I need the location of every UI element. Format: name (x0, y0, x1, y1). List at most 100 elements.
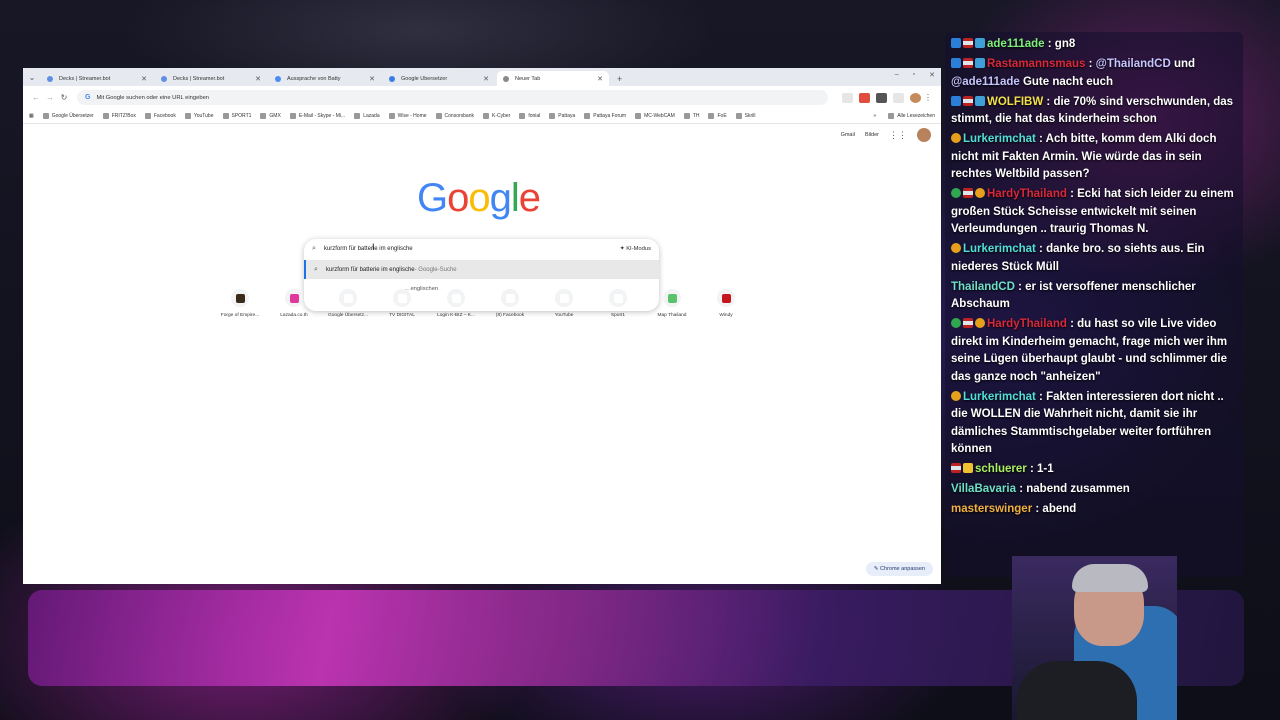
chat-message: WOLFIBW : die 70% sind verschwunden, das… (951, 95, 1234, 125)
extension-icon[interactable] (876, 92, 887, 103)
extension-icon[interactable] (859, 92, 870, 103)
bookmark-item[interactable]: Consorsbank (435, 113, 474, 119)
chat-mention[interactable]: @ThailandCD (1096, 58, 1171, 70)
close-tab-icon[interactable]: ✕ (369, 75, 375, 83)
chat-username[interactable]: schluerer (975, 463, 1027, 475)
bookmark-item[interactable]: Facebook (144, 113, 176, 119)
back-icon[interactable]: ← (29, 93, 43, 102)
reload-icon[interactable]: ↻ (57, 93, 71, 102)
bookmark-item[interactable]: Pattaya (549, 113, 575, 119)
shortcut-tile[interactable]: Sport1 (591, 289, 645, 318)
chat-username[interactable]: HardyThailand (987, 188, 1067, 200)
extensions-puzzle-icon[interactable] (893, 92, 904, 103)
apps-grid-icon[interactable]: ▦ (29, 113, 34, 119)
close-tab-icon[interactable]: ✕ (255, 75, 261, 83)
chat-username[interactable]: masterswinger (951, 503, 1032, 515)
bookmark-item[interactable]: E-Mail - Skype - Mi... (289, 113, 345, 119)
browser-tab[interactable]: Google Übersetzer ✕ (383, 71, 495, 86)
browser-tab[interactable]: Decks | Streamer.bot ✕ (41, 71, 153, 86)
shortcut-tile[interactable]: Lazada.co.th (267, 289, 321, 318)
bookmark-item[interactable]: TH (683, 113, 699, 119)
bookmark-item[interactable]: fonial (519, 113, 540, 119)
chat-username[interactable]: ThailandCD (951, 281, 1015, 293)
minimize-icon[interactable]: – (895, 71, 899, 79)
bits-badge-icon (951, 390, 961, 401)
mod-badge-icon (951, 318, 961, 328)
google-logo: Google (417, 176, 541, 221)
shortcut-tile[interactable]: Login K-BIZ – K... (429, 289, 483, 318)
bookmark-item[interactable]: FRITZ!Box (102, 113, 136, 119)
bookmark-favicon-icon (435, 113, 442, 119)
logo-letter: l (510, 176, 520, 220)
close-window-icon[interactable]: ✕ (929, 71, 935, 79)
search-icon: ⌕ (314, 265, 318, 273)
ai-mode-button[interactable]: ✦ KI-Modus (620, 246, 651, 252)
bookmark-item[interactable]: Pattaya Forum (584, 113, 626, 119)
chat-username[interactable]: VillaBavaria (951, 483, 1016, 495)
bookmark-item[interactable]: MC-WebCAM (635, 113, 675, 119)
shortcut-tile[interactable]: Map Thailand (645, 289, 699, 318)
chat-mention[interactable]: @ade111ade (951, 76, 1020, 88)
all-bookmarks-button[interactable]: Alle Lesezeichen (888, 113, 935, 119)
bookmark-favicon-icon (388, 113, 395, 119)
streamer-body (1017, 661, 1137, 720)
chat-username[interactable]: WOLFIBW (987, 96, 1043, 108)
tab-strip: ⌄ Decks | Streamer.bot ✕ Decks | Streamer.… (23, 68, 941, 86)
bookmark-favicon-icon (42, 113, 49, 119)
omnibox[interactable]: G Mit Google suchen oder eine URL eingeb… (77, 90, 828, 105)
bookmark-item[interactable]: YouTube (184, 113, 214, 119)
search-input[interactable]: ⌕ kurzform für batterie im englische ✦ K… (304, 239, 659, 259)
close-tab-icon[interactable]: ✕ (141, 75, 147, 83)
maximize-icon[interactable]: ▫ (913, 71, 915, 79)
bookmark-item[interactable]: SPORT1 (222, 113, 251, 119)
extension-icon[interactable] (842, 92, 853, 103)
chat-text: Gute nacht euch (1019, 75, 1114, 88)
chrome-menu-icon[interactable]: ⋮ (921, 93, 935, 102)
bookmark-favicon-icon (549, 113, 556, 119)
chrome-window: ⌄ Decks | Streamer.bot ✕ Decks | Streamer.… (23, 68, 941, 584)
bookmark-item[interactable]: Wise - Home (388, 113, 427, 119)
shortcut-tile[interactable]: TV DIGITAL (375, 289, 429, 318)
shortcut-icon (663, 289, 681, 307)
bookmark-favicon-icon (354, 113, 361, 119)
browser-tab[interactable]: Aussprache von Batty ✕ (269, 71, 381, 86)
chat-text: gn8 (1054, 38, 1076, 50)
bookmark-item[interactable]: Lazada (354, 113, 380, 119)
chat-username[interactable]: Lurkerimchat (963, 133, 1036, 145)
new-tab-page: Gmail Bilder ⋮⋮ Google ⌕ kurzform für ba… (23, 124, 941, 584)
tab-search-icon[interactable]: ⌄ (23, 68, 41, 86)
browser-tab[interactable]: Decks | Streamer.bot ✕ (155, 71, 267, 86)
chat-username[interactable]: ade111ade (987, 38, 1045, 50)
chat-username[interactable]: HardyThailand (987, 318, 1067, 330)
close-tab-icon[interactable]: ✕ (597, 75, 603, 83)
bookmark-item[interactable]: K-Cyber (483, 113, 510, 119)
bookmark-item[interactable]: Skrill (735, 113, 756, 119)
bookmark-item[interactable]: GMX (260, 113, 281, 119)
google-apps-icon[interactable]: ⋮⋮ (889, 130, 907, 141)
gmail-link[interactable]: Gmail (841, 132, 855, 138)
shortcut-icon (231, 289, 249, 307)
bookmark-item[interactable]: Google Übersetzer (42, 113, 94, 119)
close-tab-icon[interactable]: ✕ (483, 75, 489, 83)
shortcut-tile[interactable]: (8) Facebook (483, 289, 537, 318)
shortcut-tile[interactable]: Windy (699, 289, 753, 318)
stream-chat: ade111ade : gn8 Rastamannsmaus : @Thailan… (945, 32, 1243, 577)
new-tab-button[interactable]: + (617, 74, 622, 86)
chat-username[interactable]: Lurkerimchat (963, 391, 1036, 403)
account-avatar[interactable] (917, 128, 931, 142)
browser-tab[interactable]: Neuer Tab ✕ (497, 71, 609, 86)
customize-chrome-button[interactable]: ✎ Chrome anpassen (865, 562, 933, 576)
shortcut-tile[interactable]: Google Übersetz... (321, 289, 375, 318)
forward-icon[interactable]: → (43, 93, 57, 102)
shortcut-tile[interactable]: Forge of Empire... (213, 289, 267, 318)
chat-text: 1-1 (1037, 463, 1054, 475)
bookmarks-overflow-icon[interactable]: » (873, 113, 876, 119)
search-suggestion[interactable]: ⌕ kurzform für batterie im englische - G… (304, 260, 659, 279)
bookmark-item[interactable]: FoE (708, 113, 727, 119)
google-g-icon: G (85, 94, 91, 101)
chat-username[interactable]: Lurkerimchat (963, 243, 1036, 255)
profile-avatar-icon[interactable] (910, 92, 921, 103)
shortcut-tile[interactable]: YouTube (537, 289, 591, 318)
chat-username[interactable]: Rastamannsmaus (987, 58, 1085, 70)
images-link[interactable]: Bilder (865, 132, 879, 138)
